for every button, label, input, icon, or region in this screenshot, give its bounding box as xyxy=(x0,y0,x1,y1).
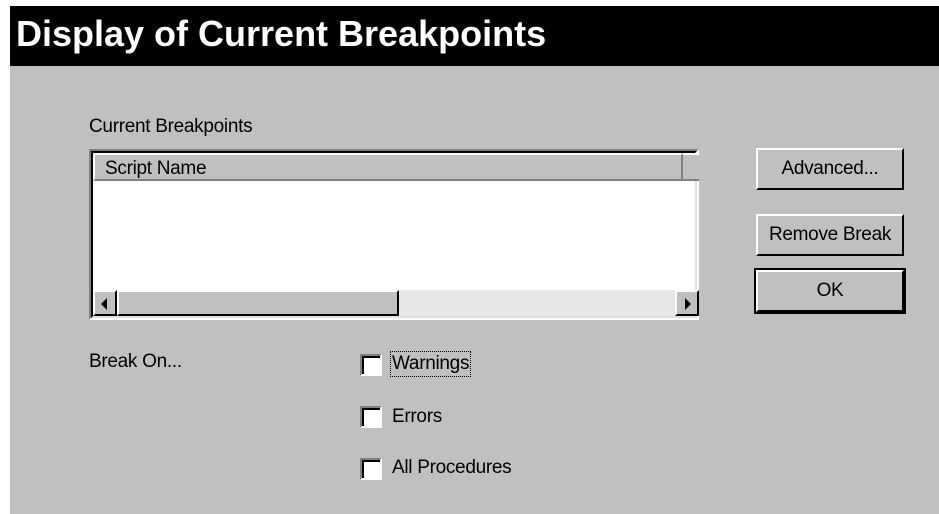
column-header-filler xyxy=(683,153,699,181)
warnings-label[interactable]: Warnings xyxy=(389,351,472,377)
all-procedures-label[interactable]: All Procedures xyxy=(392,457,512,479)
breakpoints-dialog: Display of Current Breakpoints Current B… xyxy=(8,6,939,514)
break-on-label: Break On... xyxy=(89,351,182,372)
scrollbar-thumb[interactable] xyxy=(117,290,399,316)
column-header-label: Script Name xyxy=(105,158,207,179)
dialog-title: Display of Current Breakpoints xyxy=(16,13,547,54)
right-arrow-icon xyxy=(685,298,691,310)
checkbox-frame xyxy=(362,460,380,478)
remove-break-button[interactable]: Remove Break xyxy=(756,214,904,256)
scroll-left-button[interactable] xyxy=(93,290,117,316)
errors-checkbox[interactable] xyxy=(360,406,382,428)
scroll-right-button[interactable] xyxy=(675,290,699,316)
title-bar: Display of Current Breakpoints xyxy=(10,6,939,66)
left-arrow-icon xyxy=(101,298,107,310)
checkbox-frame xyxy=(362,408,380,426)
all-procedures-checkbox[interactable] xyxy=(360,458,382,480)
ok-button[interactable]: OK xyxy=(754,268,906,314)
breakpoints-list[interactable]: Script Name xyxy=(89,149,699,320)
horizontal-scrollbar[interactable] xyxy=(93,290,699,316)
checkbox-frame xyxy=(362,356,380,374)
current-breakpoints-label: Current Breakpoints xyxy=(89,116,253,137)
warnings-checkbox[interactable] xyxy=(360,354,382,376)
column-header-script-name[interactable]: Script Name xyxy=(93,153,683,181)
errors-label[interactable]: Errors xyxy=(392,406,442,428)
breakpoints-list-frame: Script Name xyxy=(91,151,699,318)
advanced-button[interactable]: Advanced... xyxy=(756,148,904,190)
